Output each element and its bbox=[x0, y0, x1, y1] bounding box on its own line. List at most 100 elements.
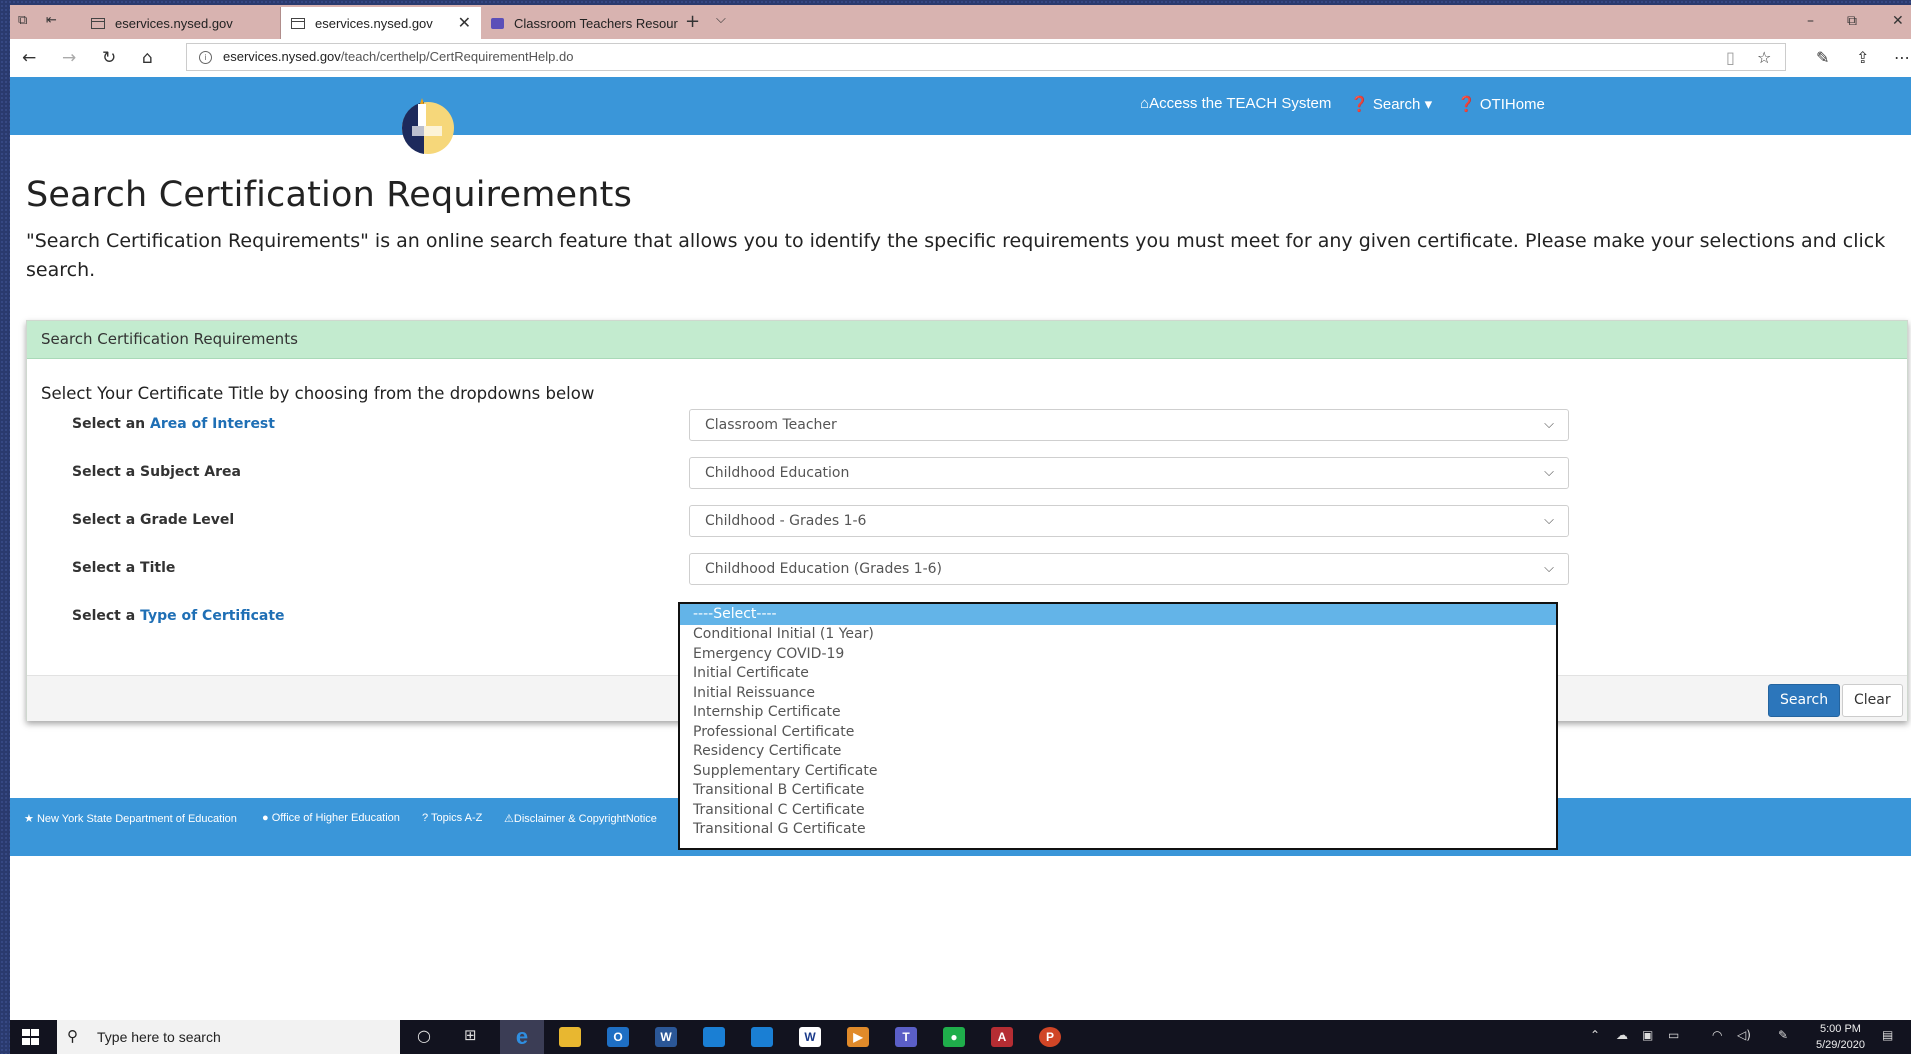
dropdown-option[interactable]: Residency Certificate bbox=[680, 742, 1556, 762]
dropdown-option[interactable]: Supplementary Certificate bbox=[680, 762, 1556, 782]
word-icon[interactable]: W bbox=[655, 1027, 677, 1047]
wifi-icon[interactable]: ◠ bbox=[1712, 1028, 1722, 1042]
file-explorer-icon[interactable] bbox=[559, 1027, 581, 1047]
question-circle-icon: ❓ bbox=[1457, 96, 1476, 113]
favorite-star-icon[interactable]: ☆ bbox=[1757, 48, 1771, 67]
grade-level-select[interactable]: Childhood - Grades 1-6 ⌵ bbox=[689, 505, 1569, 537]
media-icon[interactable]: ▶ bbox=[847, 1027, 869, 1047]
footer-link-nysed[interactable]: ★ New York State Department of Education bbox=[24, 812, 237, 825]
area-of-interest-select[interactable]: Classroom Teacher ⌵ bbox=[689, 409, 1569, 441]
dropdown-option[interactable]: Transitional B Certificate bbox=[680, 781, 1556, 801]
dropdown-option[interactable]: Initial Certificate bbox=[680, 664, 1556, 684]
restore-icon[interactable]: ⧉ bbox=[1847, 13, 1857, 29]
volume-icon[interactable]: ◁) bbox=[1737, 1028, 1751, 1042]
chevron-down-icon: ⌵ bbox=[1544, 513, 1554, 528]
search-icon: ⚲ bbox=[67, 1028, 78, 1045]
green-app-icon[interactable]: ● bbox=[943, 1027, 965, 1047]
type-of-certificate-link[interactable]: Type of Certificate bbox=[140, 608, 284, 624]
notifications-icon[interactable]: ▤ bbox=[1882, 1028, 1893, 1042]
warning-icon: ⚠ bbox=[504, 813, 514, 825]
home-icon[interactable]: ⌂ bbox=[142, 48, 153, 68]
panel-subheading: Select Your Certificate Title by choosin… bbox=[41, 384, 595, 403]
page-icon bbox=[291, 17, 305, 29]
app-window-icon[interactable] bbox=[751, 1027, 773, 1047]
taskbar-clock[interactable]: 5:00 PM 5/29/2020 bbox=[1816, 1021, 1865, 1053]
close-tab-icon[interactable]: ✕ bbox=[458, 13, 471, 33]
edge-icon[interactable]: e bbox=[511, 1026, 533, 1048]
share-icon[interactable]: ⇪ bbox=[1856, 48, 1869, 67]
tab-strip: ⧉ ⇤ eservices.nysed.gov eservices.nysed.… bbox=[10, 5, 1911, 39]
type-of-certificate-label: Select a Type of Certificate bbox=[72, 608, 285, 624]
footer-link-higher-ed[interactable]: ● Office of Higher Education bbox=[262, 812, 400, 824]
windows-start-icon[interactable] bbox=[22, 1029, 40, 1046]
onedrive-icon[interactable]: ☁ bbox=[1616, 1028, 1628, 1042]
footer-link-disclaimer[interactable]: ⚠Disclaimer & CopyrightNotice bbox=[504, 812, 657, 825]
outlook-icon[interactable]: O bbox=[607, 1027, 629, 1047]
tray-app-icon[interactable]: ▣ bbox=[1642, 1028, 1653, 1042]
teams-icon[interactable]: T bbox=[895, 1027, 917, 1047]
powerpoint-icon[interactable]: P bbox=[1039, 1027, 1061, 1047]
pen-icon[interactable]: ✎ bbox=[1816, 48, 1829, 67]
forward-icon[interactable]: → bbox=[62, 48, 76, 68]
address-bar: ← → ↻ ⌂ i eservices.nysed.gov/teach/cert… bbox=[10, 39, 1911, 78]
set-aside-tabs-icon[interactable]: ⇤ bbox=[46, 13, 57, 28]
chevron-up-icon[interactable]: ⌃ bbox=[1590, 1028, 1600, 1042]
nav-access-teach[interactable]: ⌂Access the TEACH System bbox=[1140, 95, 1331, 112]
dropdown-option[interactable]: Conditional Initial (1 Year) bbox=[680, 625, 1556, 645]
page-intro: "Search Certification Requirements" is a… bbox=[26, 230, 1886, 281]
pen-workspace-icon[interactable]: ✎ bbox=[1778, 1028, 1788, 1042]
back-icon[interactable]: ← bbox=[22, 48, 36, 68]
title-select[interactable]: Childhood Education (Grades 1-6) ⌵ bbox=[689, 553, 1569, 585]
star-icon: ★ bbox=[24, 813, 34, 825]
question-circle-icon: ❓ bbox=[1350, 96, 1369, 113]
dropdown-option[interactable]: Emergency COVID-19 bbox=[680, 645, 1556, 665]
more-icon[interactable]: ⋯ bbox=[1894, 48, 1910, 67]
windows-taskbar: ⚲ Type here to search ○ ⊞ e O W W ▶ T ● … bbox=[10, 1020, 1911, 1054]
chevron-down-icon: ⌵ bbox=[1544, 561, 1554, 576]
info-icon[interactable]: i bbox=[199, 51, 212, 64]
tab-3[interactable]: Classroom Teachers Resour bbox=[481, 7, 681, 39]
reading-view-icon[interactable]: ▯ bbox=[1726, 48, 1735, 67]
tab-actions-icon[interactable]: ⧉ bbox=[18, 13, 27, 28]
tab-1[interactable]: eservices.nysed.gov bbox=[81, 7, 281, 39]
app-window-icon[interactable] bbox=[703, 1027, 725, 1047]
dropdown-option[interactable]: Professional Certificate bbox=[680, 723, 1556, 743]
dropdown-option[interactable]: ----Select---- bbox=[680, 604, 1556, 625]
dropdown-option[interactable]: Internship Certificate bbox=[680, 703, 1556, 723]
dropdown-option[interactable]: Transitional G Certificate bbox=[680, 820, 1556, 840]
panel-heading: Search Certification Requirements bbox=[27, 321, 1907, 359]
minimize-icon[interactable]: – bbox=[1807, 13, 1814, 29]
refresh-icon[interactable]: ↻ bbox=[102, 48, 116, 68]
battery-icon[interactable]: ▭ bbox=[1668, 1028, 1679, 1042]
site-header: ⌂Access the TEACH System ❓ Search ▾ ❓ OT… bbox=[10, 77, 1911, 135]
close-window-icon[interactable]: ✕ bbox=[1892, 13, 1904, 29]
title-label: Select a Title bbox=[72, 560, 176, 576]
area-of-interest-label: Select an Area of Interest bbox=[72, 416, 275, 432]
chevron-down-icon[interactable]: ⌵ bbox=[716, 12, 726, 27]
page-icon bbox=[91, 17, 105, 29]
access-icon[interactable]: A bbox=[991, 1027, 1013, 1047]
taskbar-search-input[interactable]: ⚲ Type here to search bbox=[57, 1020, 400, 1054]
type-of-certificate-dropdown[interactable]: ----Select---- Conditional Initial (1 Ye… bbox=[678, 602, 1558, 850]
footer-link-topics[interactable]: ? Topics A-Z bbox=[422, 812, 482, 824]
tab-label: eservices.nysed.gov bbox=[115, 15, 233, 31]
url-field[interactable]: i eservices.nysed.gov/teach/certhelp/Cer… bbox=[186, 43, 1786, 71]
tab-2-active[interactable]: eservices.nysed.gov ✕ bbox=[281, 7, 481, 39]
new-tab-icon[interactable]: + bbox=[685, 11, 700, 32]
area-of-interest-link[interactable]: Area of Interest bbox=[150, 416, 275, 432]
tab-label: eservices.nysed.gov bbox=[315, 15, 433, 31]
clear-button[interactable]: Clear bbox=[1842, 684, 1903, 717]
dropdown-option[interactable]: Transitional C Certificate bbox=[680, 801, 1556, 821]
question-circle-icon: ? bbox=[422, 812, 429, 824]
chevron-down-icon: ⌵ bbox=[1544, 417, 1554, 432]
nav-oti-home[interactable]: ❓ OTIHome bbox=[1457, 95, 1545, 113]
subject-area-select[interactable]: Childhood Education ⌵ bbox=[689, 457, 1569, 489]
cortana-icon[interactable]: ○ bbox=[417, 1026, 431, 1045]
search-button[interactable]: Search bbox=[1768, 684, 1841, 717]
task-view-icon[interactable]: ⊞ bbox=[464, 1026, 477, 1044]
dropdown-option[interactable]: Initial Reissuance bbox=[680, 684, 1556, 704]
url-host: eservices.nysed.gov bbox=[223, 49, 341, 64]
apple-icon: ● bbox=[262, 812, 269, 824]
nav-search-menu[interactable]: ❓ Search ▾ bbox=[1350, 95, 1432, 113]
app-w-icon[interactable]: W bbox=[799, 1027, 821, 1047]
